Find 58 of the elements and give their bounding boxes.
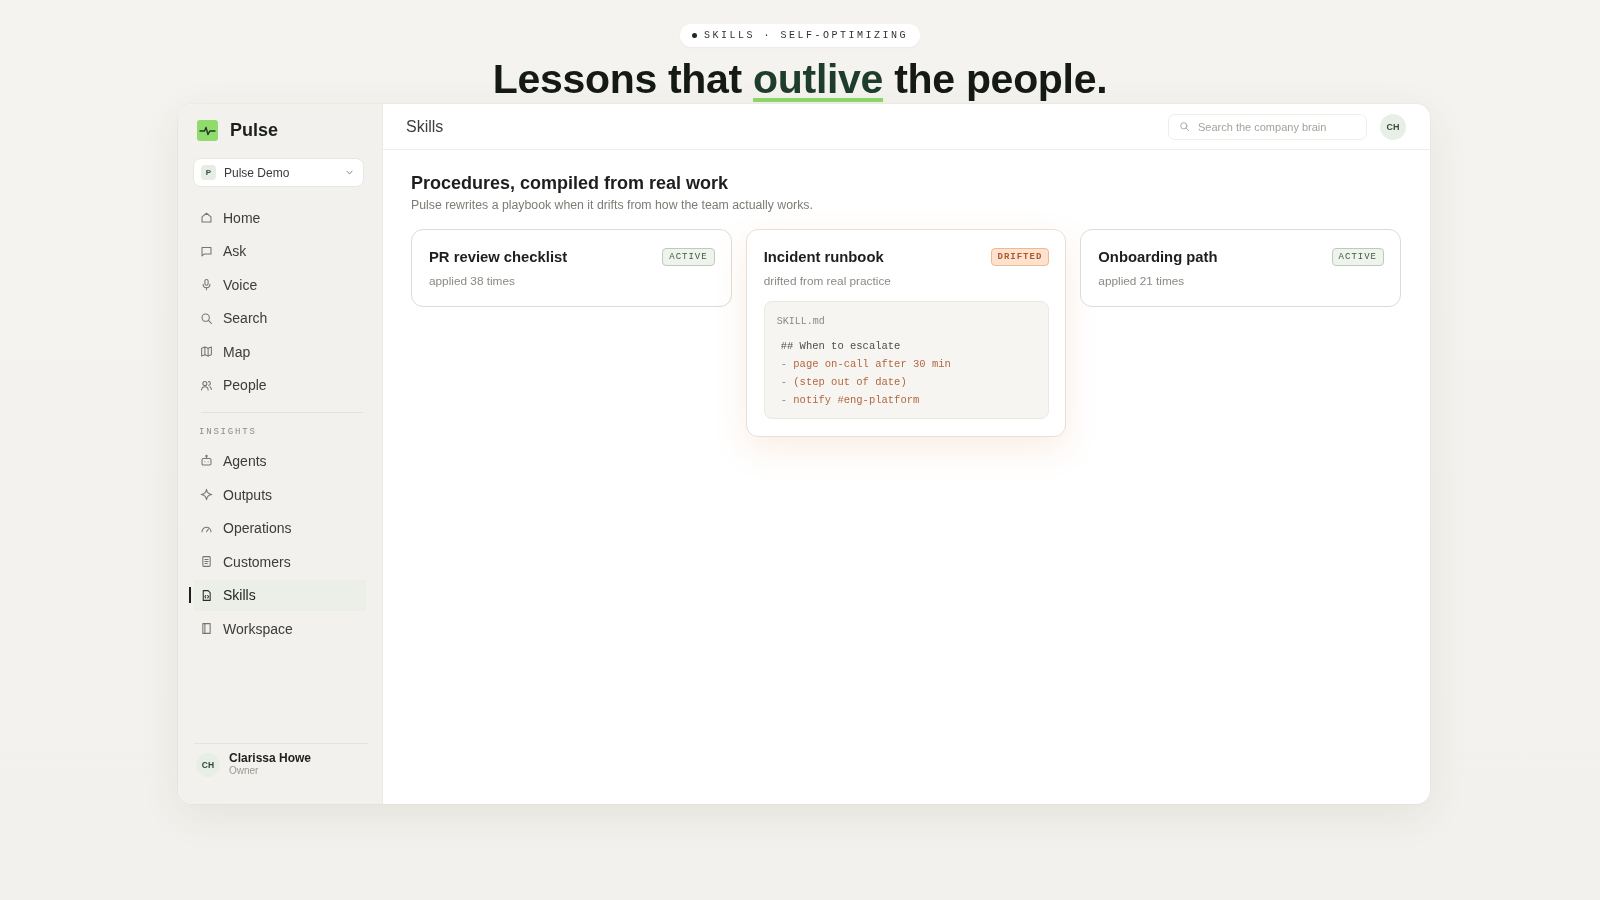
nav-item[interactable]: People bbox=[189, 369, 366, 401]
nav-item[interactable]: Voice bbox=[189, 269, 366, 301]
headline: Lessons that outlive the people. bbox=[492, 55, 1108, 103]
card-title: PR review checklist bbox=[429, 249, 568, 265]
speech-bubble-icon bbox=[200, 244, 213, 258]
nav-item[interactable]: Home bbox=[189, 202, 366, 233]
card-caption: applied 38 times bbox=[429, 273, 516, 289]
nav-item[interactable]: Outputs bbox=[189, 479, 366, 511]
section-heading: INSIGHTS bbox=[199, 425, 258, 438]
nav-item[interactable]: Agents bbox=[189, 445, 366, 477]
heartbeat-logo-icon bbox=[197, 120, 218, 141]
status-badge: ACTIVE bbox=[1331, 248, 1384, 266]
card-title: Onboarding path bbox=[1098, 249, 1218, 265]
search-field[interactable]: Search the company brain bbox=[1168, 113, 1367, 140]
search-icon bbox=[200, 311, 213, 325]
user-avatar[interactable]: CH bbox=[1380, 113, 1406, 140]
sparkle-icon bbox=[200, 488, 213, 502]
code-file-icon bbox=[200, 588, 213, 602]
section-heading: Procedures, compiled from real work bbox=[411, 172, 730, 194]
robot-icon bbox=[200, 454, 213, 468]
search-icon bbox=[1179, 121, 1190, 132]
file-name: SKILL.md bbox=[776, 315, 826, 329]
user-role: Owner bbox=[229, 765, 260, 777]
people-icon bbox=[200, 378, 213, 392]
skill-card[interactable]: Incident runbook DRIFTED drifted from real practice SKILL.md ## When to escalate - page on-call after 30 min - (step out of date) - notify #eng-platform bbox=[745, 229, 1067, 437]
nav-item[interactable]: Map bbox=[189, 336, 366, 368]
card-caption: drifted from real practice bbox=[763, 273, 892, 289]
page-title: Skills bbox=[406, 117, 444, 136]
status-badge: DRIFTED bbox=[990, 248, 1050, 266]
nav-item[interactable]: Operations bbox=[189, 512, 366, 544]
skill-card[interactable]: PR review checklist ACTIVE applied 38 times bbox=[411, 229, 732, 307]
card-caption: applied 21 times bbox=[1098, 273, 1186, 289]
microphone-icon bbox=[200, 278, 213, 292]
code-line: - notify #eng-platform bbox=[780, 393, 921, 408]
brand-name: Pulse bbox=[230, 120, 279, 141]
workspace-selector[interactable]: P Pulse Demo bbox=[193, 158, 364, 187]
nav-item[interactable]: Skills bbox=[189, 579, 366, 611]
chevron-down-icon bbox=[346, 170, 353, 175]
pill-label: SKILLS · SELF-OPTIMIZING bbox=[704, 30, 908, 41]
code-line: - page on-call after 30 min bbox=[780, 357, 952, 372]
nav-item[interactable]: Customers bbox=[189, 546, 366, 578]
section-subtitle: Pulse rewrites a playbook when it drifts from how the team actually works. bbox=[411, 197, 814, 213]
card-title: Incident runbook bbox=[763, 249, 884, 265]
code-line: - (step out of date) bbox=[780, 375, 908, 390]
skill-card[interactable]: Onboarding path ACTIVE applied 21 times bbox=[1080, 229, 1401, 307]
nav-item[interactable]: Workspace bbox=[189, 613, 366, 645]
workspace-avatar: P bbox=[201, 165, 216, 180]
status-badge: ACTIVE bbox=[662, 248, 715, 266]
user-avatar: CH bbox=[196, 752, 220, 777]
map-icon bbox=[200, 345, 213, 359]
dot-icon bbox=[692, 33, 697, 38]
book-icon bbox=[200, 622, 213, 636]
nav-item[interactable]: Ask bbox=[189, 235, 366, 267]
user-name: Clarissa Howe bbox=[229, 752, 312, 765]
home-icon bbox=[200, 211, 213, 224]
code-line: ## When to escalate bbox=[780, 339, 902, 354]
document-icon bbox=[200, 555, 213, 569]
nav-item[interactable]: Search bbox=[189, 302, 366, 334]
